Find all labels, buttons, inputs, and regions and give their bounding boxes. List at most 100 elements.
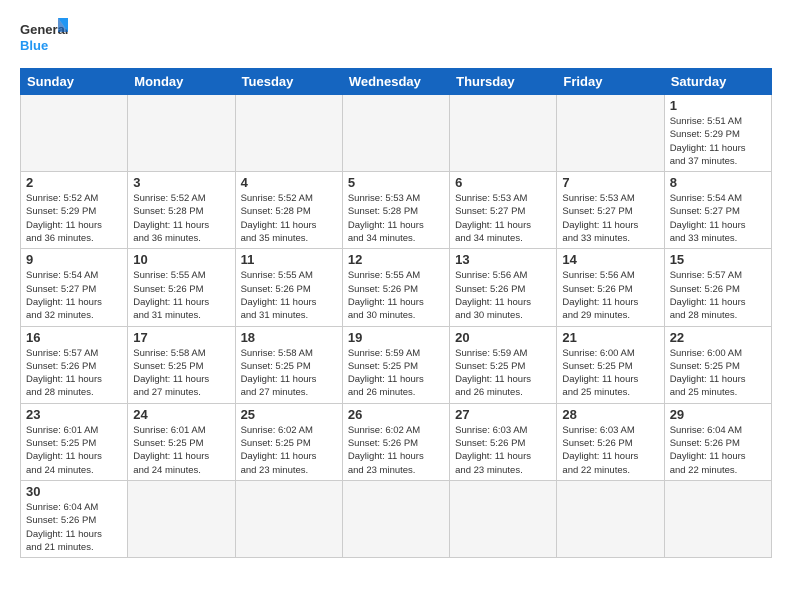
day-number: 19 xyxy=(348,330,444,345)
day-number: 9 xyxy=(26,252,122,267)
calendar-cell xyxy=(342,480,449,557)
calendar-cell: 13Sunrise: 5:56 AMSunset: 5:26 PMDayligh… xyxy=(450,249,557,326)
calendar-cell xyxy=(557,95,664,172)
calendar-table: SundayMondayTuesdayWednesdayThursdayFrid… xyxy=(20,68,772,558)
calendar-week-row: 1 Sunrise: 5:51 AMSunset: 5:29 PMDaylight… xyxy=(21,95,772,172)
calendar-cell: 14 Sunrise: 5:56 AMSunset: 5:26 PMDayligh… xyxy=(557,249,664,326)
day-number: 16 xyxy=(26,330,122,345)
day-number: 27 xyxy=(455,407,551,422)
calendar-cell xyxy=(342,95,449,172)
calendar-cell: 3Sunrise: 5:52 AMSunset: 5:28 PMDaylight… xyxy=(128,172,235,249)
calendar-cell: 26Sunrise: 6:02 AMSunset: 5:26 PMDayligh… xyxy=(342,403,449,480)
weekday-header-thursday: Thursday xyxy=(450,69,557,95)
day-number: 28 xyxy=(562,407,658,422)
calendar-cell: 4 Sunrise: 5:52 AMSunset: 5:28 PMDaylight… xyxy=(235,172,342,249)
day-info: Sunrise: 5:55 AMSunset: 5:26 PMDaylight:… xyxy=(241,269,337,322)
weekday-header-tuesday: Tuesday xyxy=(235,69,342,95)
calendar-week-row: 9 Sunrise: 5:54 AMSunset: 5:27 PMDaylight… xyxy=(21,249,772,326)
calendar-cell: 1 Sunrise: 5:51 AMSunset: 5:29 PMDaylight… xyxy=(664,95,771,172)
calendar-cell: 8 Sunrise: 5:54 AMSunset: 5:27 PMDaylight… xyxy=(664,172,771,249)
day-number: 24 xyxy=(133,407,229,422)
calendar-cell: 30Sunrise: 6:04 AMSunset: 5:26 PMDayligh… xyxy=(21,480,128,557)
calendar-cell: 6Sunrise: 5:53 AMSunset: 5:27 PMDaylight… xyxy=(450,172,557,249)
calendar-cell: 23 Sunrise: 6:01 AMSunset: 5:25 PMDayligh… xyxy=(21,403,128,480)
day-info: Sunrise: 5:54 AMSunset: 5:27 PMDaylight:… xyxy=(26,269,122,322)
calendar-cell: 21 Sunrise: 6:00 AMSunset: 5:25 PMDayligh… xyxy=(557,326,664,403)
day-number: 2 xyxy=(26,175,122,190)
calendar-cell xyxy=(450,95,557,172)
day-number: 15 xyxy=(670,252,766,267)
day-info: Sunrise: 6:02 AMSunset: 5:25 PMDaylight:… xyxy=(241,424,337,477)
day-number: 11 xyxy=(241,252,337,267)
calendar-cell xyxy=(21,95,128,172)
day-info: Sunrise: 6:01 AMSunset: 5:25 PMDaylight:… xyxy=(133,424,229,477)
weekday-header-friday: Friday xyxy=(557,69,664,95)
day-number: 17 xyxy=(133,330,229,345)
day-info: Sunrise: 5:54 AMSunset: 5:27 PMDaylight:… xyxy=(670,192,766,245)
weekday-header-wednesday: Wednesday xyxy=(342,69,449,95)
day-info: Sunrise: 6:03 AMSunset: 5:26 PMDaylight:… xyxy=(562,424,658,477)
day-info: Sunrise: 5:59 AMSunset: 5:25 PMDaylight:… xyxy=(455,347,551,400)
day-number: 4 xyxy=(241,175,337,190)
day-info: Sunrise: 5:56 AMSunset: 5:26 PMDaylight:… xyxy=(455,269,551,322)
day-number: 14 xyxy=(562,252,658,267)
calendar-week-row: 2 Sunrise: 5:52 AMSunset: 5:29 PMDaylight… xyxy=(21,172,772,249)
calendar-cell xyxy=(235,95,342,172)
day-info: Sunrise: 5:58 AMSunset: 5:25 PMDaylight:… xyxy=(133,347,229,400)
day-number: 1 xyxy=(670,98,766,113)
day-number: 6 xyxy=(455,175,551,190)
day-number: 29 xyxy=(670,407,766,422)
day-info: Sunrise: 5:56 AMSunset: 5:26 PMDaylight:… xyxy=(562,269,658,322)
day-number: 12 xyxy=(348,252,444,267)
day-number: 5 xyxy=(348,175,444,190)
weekday-header-sunday: Sunday xyxy=(21,69,128,95)
calendar-cell: 17 Sunrise: 5:58 AMSunset: 5:25 PMDayligh… xyxy=(128,326,235,403)
calendar-cell: 9 Sunrise: 5:54 AMSunset: 5:27 PMDaylight… xyxy=(21,249,128,326)
calendar-cell xyxy=(128,480,235,557)
day-info: Sunrise: 5:52 AMSunset: 5:29 PMDaylight:… xyxy=(26,192,122,245)
day-info: Sunrise: 5:55 AMSunset: 5:26 PMDaylight:… xyxy=(348,269,444,322)
calendar-cell: 16 Sunrise: 5:57 AMSunset: 5:26 PMDayligh… xyxy=(21,326,128,403)
calendar-cell: 29Sunrise: 6:04 AMSunset: 5:26 PMDayligh… xyxy=(664,403,771,480)
day-info: Sunrise: 5:53 AMSunset: 5:28 PMDaylight:… xyxy=(348,192,444,245)
calendar-cell: 7Sunrise: 5:53 AMSunset: 5:27 PMDaylight… xyxy=(557,172,664,249)
day-info: Sunrise: 6:04 AMSunset: 5:26 PMDaylight:… xyxy=(26,501,122,554)
day-number: 21 xyxy=(562,330,658,345)
calendar-cell: 2 Sunrise: 5:52 AMSunset: 5:29 PMDaylight… xyxy=(21,172,128,249)
day-info: Sunrise: 6:03 AMSunset: 5:26 PMDaylight:… xyxy=(455,424,551,477)
day-number: 10 xyxy=(133,252,229,267)
calendar-cell xyxy=(450,480,557,557)
calendar-cell: 10 Sunrise: 5:55 AMSunset: 5:26 PMDayligh… xyxy=(128,249,235,326)
day-info: Sunrise: 5:53 AMSunset: 5:27 PMDaylight:… xyxy=(562,192,658,245)
calendar-cell: 15 Sunrise: 5:57 AMSunset: 5:26 PMDayligh… xyxy=(664,249,771,326)
day-info: Sunrise: 5:51 AMSunset: 5:29 PMDaylight:… xyxy=(670,115,766,168)
day-number: 8 xyxy=(670,175,766,190)
calendar-cell: 22Sunrise: 6:00 AMSunset: 5:25 PMDayligh… xyxy=(664,326,771,403)
day-number: 3 xyxy=(133,175,229,190)
calendar-cell: 20Sunrise: 5:59 AMSunset: 5:25 PMDayligh… xyxy=(450,326,557,403)
day-info: Sunrise: 5:57 AMSunset: 5:26 PMDaylight:… xyxy=(670,269,766,322)
day-number: 25 xyxy=(241,407,337,422)
page: General Blue SundayMondayTuesdayWednesda… xyxy=(0,0,792,568)
day-info: Sunrise: 6:00 AMSunset: 5:25 PMDaylight:… xyxy=(562,347,658,400)
day-info: Sunrise: 5:52 AMSunset: 5:28 PMDaylight:… xyxy=(241,192,337,245)
header: General Blue xyxy=(20,16,772,58)
calendar-cell xyxy=(128,95,235,172)
calendar-week-row: 16 Sunrise: 5:57 AMSunset: 5:26 PMDayligh… xyxy=(21,326,772,403)
generalblue-logo-icon: General Blue xyxy=(20,16,70,58)
calendar-cell xyxy=(235,480,342,557)
day-info: Sunrise: 6:00 AMSunset: 5:25 PMDaylight:… xyxy=(670,347,766,400)
day-info: Sunrise: 5:57 AMSunset: 5:26 PMDaylight:… xyxy=(26,347,122,400)
calendar-cell: 25 Sunrise: 6:02 AMSunset: 5:25 PMDayligh… xyxy=(235,403,342,480)
day-number: 23 xyxy=(26,407,122,422)
calendar-header-row: SundayMondayTuesdayWednesdayThursdayFrid… xyxy=(21,69,772,95)
logo: General Blue xyxy=(20,16,70,58)
calendar-cell xyxy=(557,480,664,557)
day-info: Sunrise: 5:59 AMSunset: 5:25 PMDaylight:… xyxy=(348,347,444,400)
calendar-cell: 18Sunrise: 5:58 AMSunset: 5:25 PMDayligh… xyxy=(235,326,342,403)
calendar-week-row: 23 Sunrise: 6:01 AMSunset: 5:25 PMDayligh… xyxy=(21,403,772,480)
day-info: Sunrise: 6:01 AMSunset: 5:25 PMDaylight:… xyxy=(26,424,122,477)
calendar-cell: 5 Sunrise: 5:53 AMSunset: 5:28 PMDaylight… xyxy=(342,172,449,249)
calendar-cell: 28 Sunrise: 6:03 AMSunset: 5:26 PMDayligh… xyxy=(557,403,664,480)
day-info: Sunrise: 5:55 AMSunset: 5:26 PMDaylight:… xyxy=(133,269,229,322)
